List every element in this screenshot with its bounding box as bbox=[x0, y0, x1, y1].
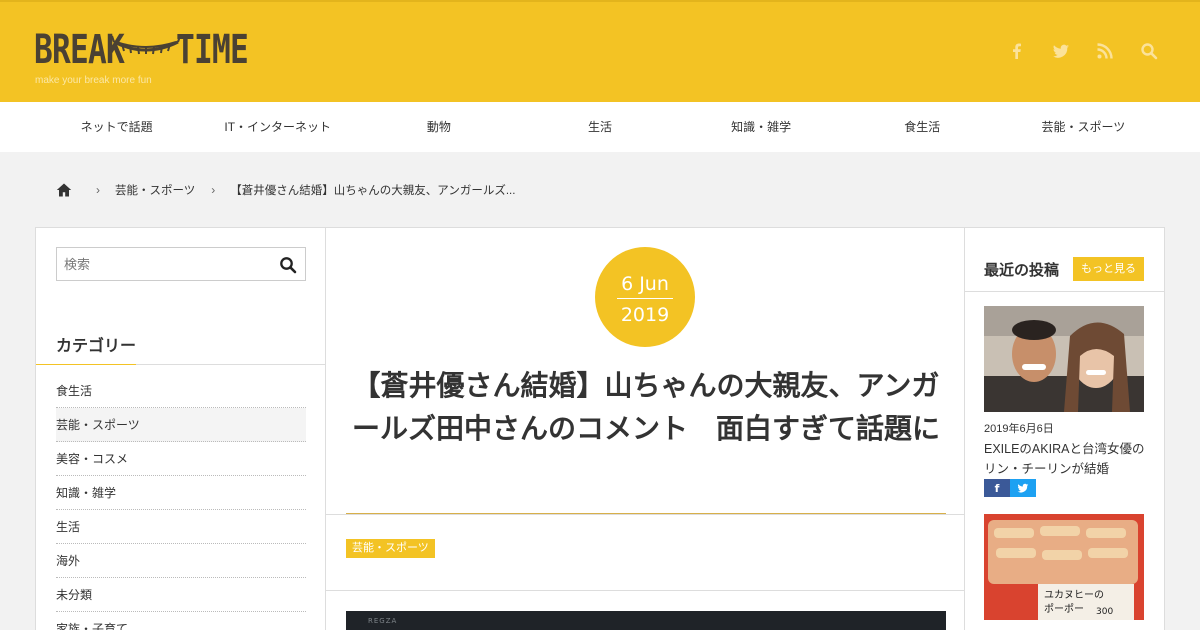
breadcrumb-category[interactable]: 芸能・スポーツ bbox=[115, 182, 195, 198]
divider bbox=[326, 514, 965, 515]
recent-posts-heading: 最近の投稿 bbox=[984, 261, 1060, 279]
twitter-share-icon[interactable] bbox=[1010, 479, 1036, 497]
nav-item-it-internet[interactable]: IT・インターネット bbox=[197, 102, 358, 152]
nav-item-net-topics[interactable]: ネットで話題 bbox=[36, 102, 197, 152]
post-date-day: 6 Jun bbox=[621, 273, 669, 295]
twitter-icon[interactable] bbox=[1052, 42, 1070, 60]
site-header: BREAK TIME make your break more fun bbox=[0, 0, 1200, 102]
logo-text-time: TIME bbox=[176, 27, 249, 73]
divider bbox=[326, 590, 965, 591]
search-box bbox=[56, 247, 306, 281]
chevron-right-icon: › bbox=[211, 183, 216, 197]
nav-item-knowledge[interactable]: 知識・雑学 bbox=[681, 102, 842, 152]
thumbnail-price: 300 bbox=[1096, 607, 1113, 617]
divider-accent bbox=[36, 364, 136, 365]
list-item[interactable]: 海外 bbox=[56, 544, 306, 578]
facebook-share-icon[interactable]: f bbox=[984, 479, 1010, 497]
nav-item-animals[interactable]: 動物 bbox=[358, 102, 519, 152]
left-sidebar: カテゴリー 食生活 芸能・スポーツ 美容・コスメ 知識・雑学 生活 海外 未分類… bbox=[36, 228, 326, 630]
category-list: 食生活 芸能・スポーツ 美容・コスメ 知識・雑学 生活 海外 未分類 家族・子育… bbox=[56, 374, 306, 630]
search-icon[interactable] bbox=[1140, 42, 1158, 60]
post-date-badge: 6 Jun 2019 bbox=[595, 247, 695, 347]
list-item[interactable]: 食生活 bbox=[56, 374, 306, 408]
content-frame: カテゴリー 食生活 芸能・スポーツ 美容・コスメ 知識・雑学 生活 海外 未分類… bbox=[35, 227, 1165, 630]
nav-item-food[interactable]: 食生活 bbox=[842, 102, 1003, 152]
category-heading: カテゴリー bbox=[56, 336, 137, 355]
list-item[interactable]: 美容・コスメ bbox=[56, 442, 306, 476]
hero-brand-text: REGZA bbox=[368, 617, 398, 625]
header-icon-bar bbox=[1008, 42, 1158, 60]
search-submit-icon[interactable] bbox=[279, 256, 297, 274]
more-button[interactable]: もっと見る bbox=[1073, 257, 1144, 281]
thumbnail-caption: ポーポー bbox=[1044, 603, 1084, 615]
list-item[interactable]: 未分類 bbox=[56, 578, 306, 612]
right-sidebar: 最近の投稿 もっと見る 2019年6月6日 EXILEのAKIRAと台湾女優のリ… bbox=[965, 228, 1165, 630]
post-thumbnail[interactable] bbox=[984, 306, 1144, 412]
list-item[interactable]: 家族・子育て bbox=[56, 612, 306, 630]
thumbnail-caption: ユカヌヒーの bbox=[1044, 589, 1104, 601]
divider bbox=[965, 291, 1165, 292]
rss-icon[interactable] bbox=[1096, 42, 1114, 60]
facebook-icon[interactable] bbox=[1008, 42, 1026, 60]
post-date: 2019年6月6日 bbox=[984, 423, 1054, 435]
logo-text-break: BREAK bbox=[34, 27, 125, 73]
global-nav: ネットで話題 IT・インターネット 動物 生活 知識・雑学 食生活 芸能・スポー… bbox=[0, 102, 1200, 152]
chevron-right-icon: › bbox=[96, 183, 100, 197]
share-buttons: f bbox=[984, 479, 1036, 497]
breadcrumb: › 芸能・スポーツ › 【蒼井優さん結婚】山ちゃんの大親友、アンガールズ... bbox=[56, 180, 515, 200]
post-thumbnail[interactable]: ユカヌヒーの ポーポー 300 bbox=[984, 514, 1144, 620]
home-icon[interactable] bbox=[56, 182, 72, 198]
list-item[interactable]: 芸能・スポーツ bbox=[56, 408, 306, 442]
hero-image: REGZA bbox=[346, 611, 946, 630]
list-item[interactable]: 生活 bbox=[56, 510, 306, 544]
nav-item-entertainment[interactable]: 芸能・スポーツ bbox=[1003, 102, 1164, 152]
post-link[interactable]: EXILEのAKIRAと台湾女優のリン・チーリンが結婚 bbox=[984, 439, 1154, 479]
hammock-logo-icon bbox=[112, 35, 180, 55]
divider bbox=[617, 298, 673, 299]
article-column: 6 Jun 2019 【蒼井優さん結婚】山ちゃんの大親友、アンガールズ田中さんの… bbox=[326, 228, 965, 630]
post-title: 【蒼井優さん結婚】山ちゃんの大親友、アンガールズ田中さんのコメント 面白すぎて話… bbox=[351, 369, 940, 445]
search-input[interactable] bbox=[57, 248, 257, 280]
category-tag[interactable]: 芸能・スポーツ bbox=[346, 539, 435, 558]
nav-item-life[interactable]: 生活 bbox=[519, 102, 680, 152]
list-item[interactable]: 知識・雑学 bbox=[56, 476, 306, 510]
site-tagline: make your break more fun bbox=[35, 75, 152, 86]
breadcrumb-current: 【蒼井優さん結婚】山ちゃんの大親友、アンガールズ... bbox=[230, 185, 516, 197]
post-date-year: 2019 bbox=[620, 304, 670, 326]
